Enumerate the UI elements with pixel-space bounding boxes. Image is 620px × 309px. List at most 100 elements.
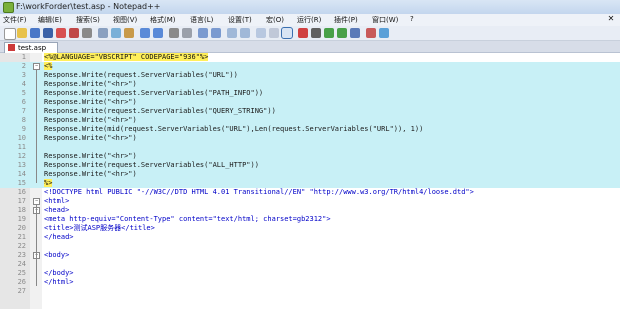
line-text: Response.Write(request.ServerVariables("… — [44, 71, 238, 79]
save-all-icon[interactable] — [43, 28, 53, 38]
zoom-out-icon[interactable] — [211, 28, 221, 38]
line-text: <html> — [44, 197, 70, 205]
menu-language[interactable]: 语言(L) — [190, 15, 213, 25]
menu-run[interactable]: 运行(R) — [297, 15, 321, 25]
code-line: 18 − <head> — [0, 206, 620, 215]
asp-close-delimiter: %> — [44, 179, 53, 187]
line-number: 7 — [21, 107, 26, 115]
line-number: 15 — [17, 179, 26, 187]
line-text: <!DOCTYPE html PUBLIC "-//W3C//DTD HTML … — [44, 188, 474, 196]
line-text: Response.Write(mid(request.ServerVariabl… — [44, 125, 424, 133]
menu-window[interactable]: 窗口(W) — [372, 15, 398, 25]
show-all-chars-icon[interactable] — [269, 28, 279, 38]
indent-guide-icon[interactable] — [281, 27, 293, 39]
code-line: 10 Response.Write("<hr>") — [0, 134, 620, 143]
plugin-icon[interactable] — [379, 28, 389, 38]
code-line: 11 — [0, 143, 620, 152]
close-document-icon[interactable]: ✕ — [606, 14, 616, 24]
cut-icon[interactable] — [98, 28, 108, 38]
line-number: 18 — [17, 206, 26, 214]
line-text: %> — [44, 179, 53, 188]
undo-icon[interactable] — [140, 28, 150, 38]
line-text: Response.Write("<hr>") — [44, 152, 137, 160]
code-line: 5 Response.Write(request.ServerVariables… — [0, 89, 620, 98]
menu-edit[interactable]: 编辑(E) — [38, 15, 62, 25]
play-macro-icon[interactable] — [324, 28, 334, 38]
code-editor[interactable]: 1 <%@LANGUAGE="VBSCRIPT" CODEPAGE="936"%… — [0, 53, 620, 309]
zoom-in-icon[interactable] — [198, 28, 208, 38]
menu-format[interactable]: 格式(M) — [150, 15, 176, 25]
spellcheck-icon[interactable] — [366, 28, 376, 38]
open-file-icon[interactable] — [17, 28, 27, 38]
line-text: Response.Write(request.ServerVariables("… — [44, 161, 259, 169]
code-line: 16 <!DOCTYPE html PUBLIC "-//W3C//DTD HT… — [0, 188, 620, 197]
line-text: <title>测试ASP服务器</title> — [44, 224, 155, 232]
line-number: 27 — [17, 287, 26, 295]
line-text: <meta http-equiv="Content-Type" content=… — [44, 215, 331, 223]
code-line: 14 Response.Write("<hr>") — [0, 170, 620, 179]
new-file-icon[interactable] — [4, 28, 16, 40]
line-number: 2 — [21, 62, 26, 70]
asp-directive: <%@LANGUAGE="VBSCRIPT" CODEPAGE="936"%> — [44, 53, 209, 61]
line-text: <head> — [44, 206, 70, 214]
menu-help[interactable]: ? — [410, 15, 414, 23]
menu-plugins[interactable]: 插件(P) — [334, 15, 358, 25]
code-line: 25 </body> — [0, 269, 620, 278]
line-number: 23 — [17, 251, 26, 259]
stop-macro-icon[interactable] — [311, 28, 321, 38]
line-text: </body> — [44, 269, 74, 277]
close-file-icon[interactable] — [56, 28, 66, 38]
sync-horizontal-icon[interactable] — [240, 28, 250, 38]
line-number: 10 — [17, 134, 26, 142]
line-number: 3 — [21, 71, 26, 79]
notepadpp-app-icon — [3, 2, 14, 13]
line-number: 16 — [17, 188, 26, 196]
line-number: 1 — [21, 53, 26, 61]
close-all-icon[interactable] — [69, 28, 79, 38]
menu-search[interactable]: 搜索(S) — [76, 15, 100, 25]
code-line: 19 <meta http-equiv="Content-Type" conte… — [0, 215, 620, 224]
run-macro-multiple-icon[interactable] — [337, 28, 347, 38]
code-line: 17 − <html> — [0, 197, 620, 206]
line-number: 24 — [17, 260, 26, 268]
replace-icon[interactable] — [182, 28, 192, 38]
line-number: 21 — [17, 233, 26, 241]
redo-icon[interactable] — [153, 28, 163, 38]
line-text: <%@LANGUAGE="VBSCRIPT" CODEPAGE="936"%> — [44, 53, 209, 62]
line-text: </html> — [44, 278, 74, 286]
print-icon[interactable] — [82, 28, 92, 38]
paste-icon[interactable] — [124, 28, 134, 38]
code-line: 27 — [0, 287, 620, 296]
menu-macro[interactable]: 宏(O) — [266, 15, 284, 25]
code-line: 20 <title>测试ASP服务器</title> — [0, 224, 620, 233]
sync-vertical-icon[interactable] — [227, 28, 237, 38]
tab-test-asp[interactable]: test.asp — [4, 42, 58, 53]
line-text: Response.Write("<hr>") — [44, 80, 137, 88]
line-number: 20 — [17, 224, 26, 232]
menu-file[interactable]: 文件(F) — [3, 15, 27, 25]
copy-icon[interactable] — [111, 28, 121, 38]
line-text: Response.Write(request.ServerVariables("… — [44, 107, 276, 115]
line-number: 22 — [17, 242, 26, 250]
line-number: 13 — [17, 161, 26, 169]
save-macro-icon[interactable] — [350, 28, 360, 38]
word-wrap-icon[interactable] — [256, 28, 266, 38]
tab-label: test.asp — [18, 44, 47, 52]
code-line: 8 Response.Write("<hr>") — [0, 116, 620, 125]
code-line: 12 Response.Write("<hr>") — [0, 152, 620, 161]
line-number: 12 — [17, 152, 26, 160]
line-number: 4 — [21, 80, 26, 88]
code-line: 7 Response.Write(request.ServerVariables… — [0, 107, 620, 116]
find-icon[interactable] — [169, 28, 179, 38]
code-line: 22 — [0, 242, 620, 251]
fold-guide-line — [36, 69, 37, 183]
code-line: 6 Response.Write("<hr>") — [0, 98, 620, 107]
save-icon[interactable] — [30, 28, 40, 38]
line-text: Response.Write("<hr>") — [44, 134, 137, 142]
menu-bar: 文件(F) 编辑(E) 搜索(S) 视图(V) 格式(M) 语言(L) 设置(T… — [0, 14, 620, 26]
record-macro-icon[interactable] — [298, 28, 308, 38]
menu-settings[interactable]: 设置(T) — [228, 15, 252, 25]
code-line: 26 </html> — [0, 278, 620, 287]
line-text: <% — [44, 62, 53, 71]
menu-view[interactable]: 视图(V) — [113, 15, 137, 25]
